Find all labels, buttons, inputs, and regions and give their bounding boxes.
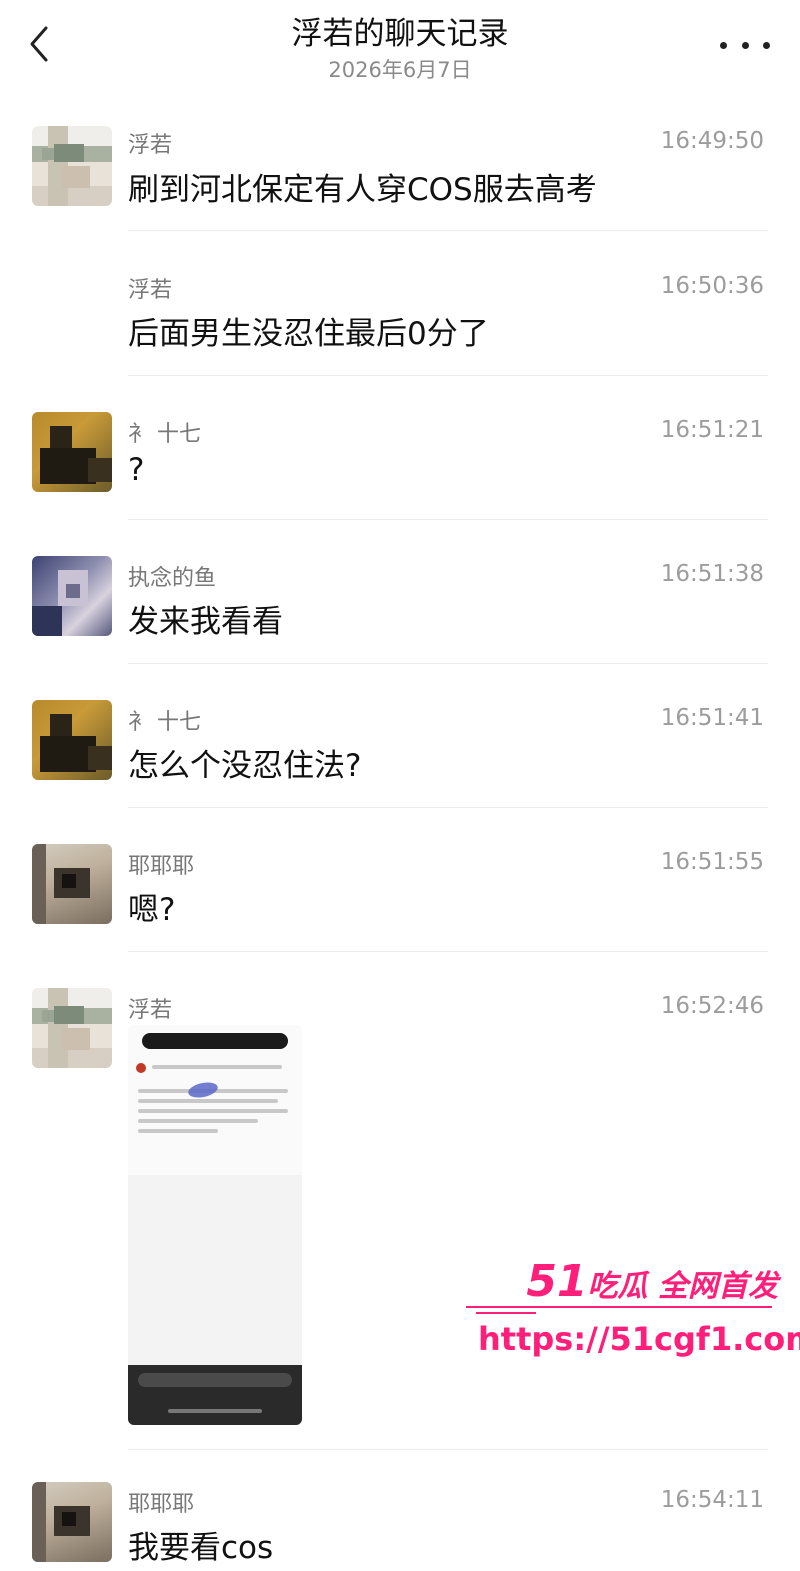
watermark-text: 吃瓜 全网首发 <box>587 1269 778 1304</box>
divider <box>128 807 768 808</box>
divider <box>128 519 768 520</box>
sender-name: 衤 十七 <box>128 710 201 735</box>
message-time: 16:51:38 <box>660 561 764 587</box>
site-watermark: 51吃瓜 全网首发 https://51cgf1.com <box>466 1250 800 1370</box>
message-time: 16:49:50 <box>660 128 764 154</box>
more-dot-icon <box>763 41 770 49</box>
divider <box>128 230 768 231</box>
sender-name: 耶耶耶 <box>128 1492 195 1517</box>
avatar[interactable] <box>32 1482 112 1562</box>
screenshot-toolbar <box>128 1365 302 1425</box>
message-text: 后面男生没忍住最后0分了 <box>128 316 489 352</box>
message-time: 16:51:41 <box>660 705 764 731</box>
sender-name: 衤 十七 <box>128 422 201 447</box>
watermark-rule <box>466 1306 772 1308</box>
page-date: 2026年6月7日 <box>328 58 472 82</box>
sender-name: 浮若 <box>128 998 173 1023</box>
avatar[interactable] <box>32 412 112 492</box>
message-time: 16:54:11 <box>660 1487 764 1513</box>
divider <box>128 951 768 952</box>
divider <box>128 663 768 664</box>
avatar[interactable] <box>32 700 112 780</box>
message-time: 16:50:36 <box>660 273 764 299</box>
message-text: 我要看cos <box>128 1530 274 1566</box>
avatar[interactable] <box>32 126 112 206</box>
divider <box>128 375 768 376</box>
image-attachment[interactable] <box>128 1025 302 1425</box>
screenshot-thumbnail <box>128 1025 302 1175</box>
message-text: ? <box>128 452 145 488</box>
message-text: 刷到河北保定有人穿COS服去高考 <box>128 172 597 208</box>
page-title: 浮若的聊天记录 <box>291 16 509 52</box>
chat-history-header: 浮若的聊天记录 2026年6月7日 <box>0 0 800 100</box>
avatar[interactable] <box>32 556 112 636</box>
more-button[interactable] <box>720 30 770 60</box>
message-text: 发来我看看 <box>128 604 283 640</box>
message-time: 16:51:55 <box>660 849 764 875</box>
watermark-number: 51 <box>526 1256 588 1307</box>
sender-name: 执念的鱼 <box>128 566 217 591</box>
avatar[interactable] <box>32 988 112 1068</box>
watermark-rule <box>476 1312 536 1314</box>
sender-name: 耶耶耶 <box>128 854 195 879</box>
message-time: 16:51:21 <box>660 417 764 443</box>
message-time: 16:52:46 <box>660 993 764 1019</box>
watermark-brand: 51吃瓜 全网首发 <box>526 1256 778 1307</box>
avatar[interactable] <box>32 844 112 924</box>
message-text: 怎么个没忍住法? <box>128 748 362 784</box>
message-text: 嗯? <box>128 892 176 928</box>
divider <box>128 1449 768 1450</box>
more-dot-icon <box>741 41 749 49</box>
watermark-url: https://51cgf1.com <box>478 1320 800 1358</box>
sender-name: 浮若 <box>128 133 173 158</box>
more-dot-icon <box>720 41 727 49</box>
sender-name: 浮若 <box>128 278 173 303</box>
